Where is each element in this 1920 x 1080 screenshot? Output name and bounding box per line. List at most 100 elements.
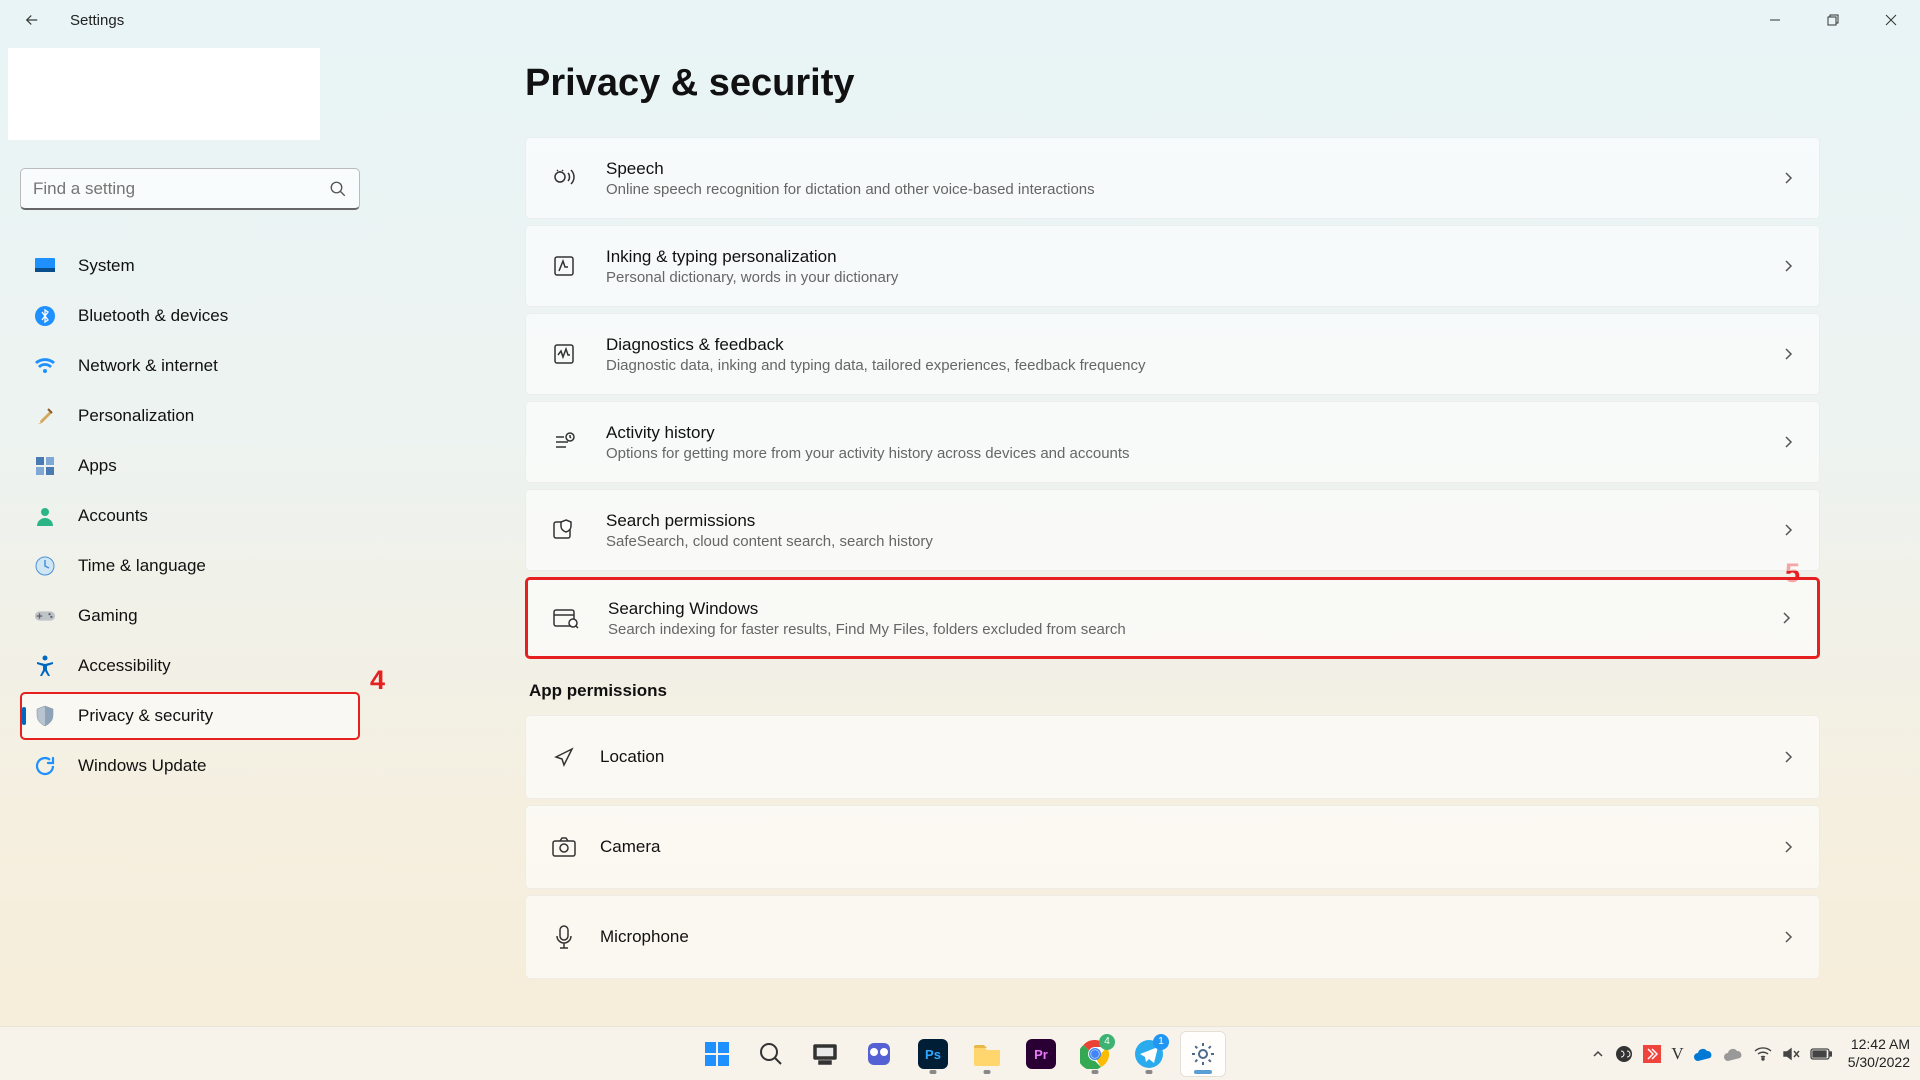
location-icon [550,743,578,771]
sidebar-item-label: Apps [78,456,117,476]
setting-card-searching-windows[interactable]: Searching Windows Search indexing for fa… [525,577,1820,659]
taskbar-chrome[interactable]: 4 [1073,1032,1117,1076]
setting-card-inking[interactable]: Inking & typing personalization Personal… [525,225,1820,307]
taskbar: Ps Pr 4 1 V [0,1026,1920,1080]
sidebar-item-accounts[interactable]: Accounts [20,492,360,540]
card-title: Diagnostics & feedback [606,335,1781,355]
tray-overflow[interactable] [1591,1032,1605,1076]
chevron-right-icon [1781,930,1795,944]
taskbar-explorer[interactable] [965,1032,1009,1076]
permission-card-location[interactable]: Location [525,715,1820,799]
setting-card-activity[interactable]: Activity history Options for getting mor… [525,401,1820,483]
user-card[interactable] [8,48,320,140]
sidebar-item-accessibility[interactable]: Accessibility [20,642,360,690]
card-title: Speech [606,159,1781,179]
card-desc: SafeSearch, cloud content search, search… [606,533,1781,550]
taskbar-telegram[interactable]: 1 [1127,1032,1171,1076]
tray-clock[interactable]: 12:42 AM 5/30/2022 [1848,1036,1910,1071]
magnifier-icon [758,1041,784,1067]
accessibility-icon [34,655,56,677]
system-tray: V 12:42 AM 5/30/2022 [1591,1032,1910,1076]
chevron-up-icon [1591,1047,1605,1061]
minimize-button[interactable] [1746,0,1804,40]
paintbrush-icon [34,405,56,427]
tray-anydesk-icon[interactable] [1643,1045,1661,1063]
chevron-right-icon [1779,611,1793,625]
card-body: Camera [600,837,1781,857]
taskbar-start[interactable] [695,1032,739,1076]
tray-onedrive-icon[interactable] [1694,1047,1714,1061]
card-body: Speech Online speech recognition for dic… [606,159,1781,198]
maximize-button[interactable] [1804,0,1862,40]
speech-icon [550,164,578,192]
folder-icon [972,1041,1002,1067]
permission-card-microphone[interactable]: Microphone [525,895,1820,979]
tray-cc-icon[interactable] [1615,1045,1633,1063]
volume-mute-icon [1782,1046,1800,1062]
sidebar-item-label: Personalization [78,406,194,426]
sidebar-item-privacy[interactable]: Privacy & security [20,692,360,740]
sidebar-item-label: System [78,256,135,276]
setting-card-search-permissions[interactable]: Search permissions SafeSearch, cloud con… [525,489,1820,571]
chevron-right-icon [1781,840,1795,854]
search-box[interactable] [20,168,360,210]
sidebar-item-apps[interactable]: Apps [20,442,360,490]
titlebar: Settings [0,0,1920,40]
sidebar-item-system[interactable]: System [20,242,360,290]
taskbar-photoshop[interactable]: Ps [911,1032,955,1076]
card-desc: Personal dictionary, words in your dicti… [606,269,1781,286]
tray-date: 5/30/2022 [1848,1054,1910,1072]
search-window-icon [552,604,580,632]
bluetooth-icon [34,305,56,327]
sidebar-item-bluetooth[interactable]: Bluetooth & devices [20,292,360,340]
sidebar-item-personalization[interactable]: Personalization [20,392,360,440]
card-title: Inking & typing personalization [606,247,1781,267]
diagnostics-icon [550,340,578,368]
search-input[interactable] [33,179,329,199]
microphone-icon [550,923,578,951]
taskbar-premiere[interactable]: Pr [1019,1032,1063,1076]
nav: System Bluetooth & devices Network & int… [20,242,360,790]
sidebar-item-update[interactable]: Windows Update [20,742,360,790]
tray-cloud-icon[interactable] [1724,1047,1744,1061]
permission-card-camera[interactable]: Camera [525,805,1820,889]
update-icon [34,755,56,777]
card-desc: Online speech recognition for dictation … [606,181,1781,198]
minimize-icon [1769,14,1781,26]
card-desc: Search indexing for faster results, Find… [608,621,1779,638]
sidebar-item-label: Network & internet [78,356,218,376]
back-button[interactable] [22,10,42,30]
sidebar-item-gaming[interactable]: Gaming [20,592,360,640]
history-icon [550,428,578,456]
maximize-icon [1827,14,1839,26]
sidebar-item-time[interactable]: Time & language [20,542,360,590]
card-title: Microphone [600,927,1781,947]
card-body: Inking & typing personalization Personal… [606,247,1781,286]
card-body: Microphone [600,927,1781,947]
taskbar-taskview[interactable] [803,1032,847,1076]
sidebar-item-label: Accounts [78,506,148,526]
tray-quick-settings[interactable] [1754,1032,1832,1076]
main-content: Privacy & security Speech Online speech … [525,62,1820,1040]
card-desc: Options for getting more from your activ… [606,445,1781,462]
sidebar-item-network[interactable]: Network & internet [20,342,360,390]
close-button[interactable] [1862,0,1920,40]
tray-v-icon[interactable]: V [1671,1044,1683,1064]
photoshop-icon: Ps [918,1039,948,1069]
windows-icon [704,1041,730,1067]
chevron-right-icon [1781,435,1795,449]
card-desc: Diagnostic data, inking and typing data,… [606,357,1781,374]
window-controls [1746,0,1920,40]
sidebar: System Bluetooth & devices Network & int… [0,50,380,790]
taskview-icon [812,1043,838,1065]
gamepad-icon [34,605,56,627]
card-title: Camera [600,837,1781,857]
close-icon [1885,14,1897,26]
taskbar-chat[interactable] [857,1032,901,1076]
taskbar-search[interactable] [749,1032,793,1076]
setting-card-speech[interactable]: Speech Online speech recognition for dic… [525,137,1820,219]
setting-card-diagnostics[interactable]: Diagnostics & feedback Diagnostic data, … [525,313,1820,395]
svg-text:Ps: Ps [925,1047,941,1062]
wifi-icon [34,355,56,377]
taskbar-settings[interactable] [1181,1032,1225,1076]
